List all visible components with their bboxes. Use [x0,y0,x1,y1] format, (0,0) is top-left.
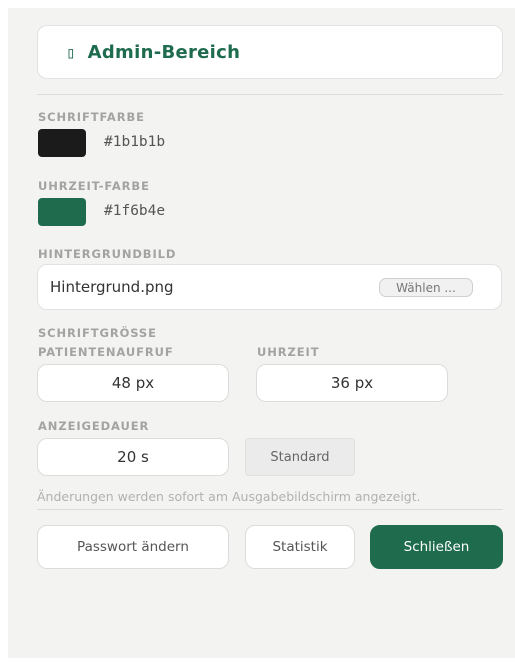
time-size-label: UHRZEIT [257,345,320,359]
time-color-label: UHRZEIT-FARBE [38,179,150,193]
display-duration-input[interactable]: 20 s [37,438,229,476]
time-size-input[interactable]: 36 px [256,364,448,402]
close-button[interactable]: Schließen [370,525,503,569]
background-image-label: HINTERGRUNDBILD [38,247,177,261]
default-button[interactable]: Standard [245,438,355,476]
statistics-button[interactable]: Statistik [245,525,355,569]
page-title: Admin-Bereich [87,41,241,63]
font-color-label: SCHRIFTFARBE [38,110,145,124]
change-password-button[interactable]: Passwort ändern [37,525,229,569]
font-color-value: #1b1b1b [104,134,166,150]
admin-header: ▯ Admin-Bereich [37,25,503,79]
patient-call-size-input[interactable]: 48 px [37,364,229,402]
hint-text: Änderungen werden sofort am Ausgabebilds… [37,489,421,504]
background-image-field[interactable]: Hintergrund.png Wählen ... [37,264,502,310]
patient-call-label: PATIENTENAUFRUF [38,345,174,359]
time-color-swatch[interactable] [38,198,86,226]
display-duration-label: ANZEIGEDAUER [38,419,150,433]
font-size-label: SCHRIFTGRÖSSE [38,326,157,340]
divider [37,94,503,95]
choose-file-button[interactable]: Wählen ... [379,278,473,297]
divider [37,509,503,510]
background-image-filename: Hintergrund.png [50,278,174,296]
time-color-value: #1f6b4e [104,203,166,219]
font-color-swatch[interactable] [38,129,86,157]
placeholder-box-icon: ▯ [66,42,76,62]
